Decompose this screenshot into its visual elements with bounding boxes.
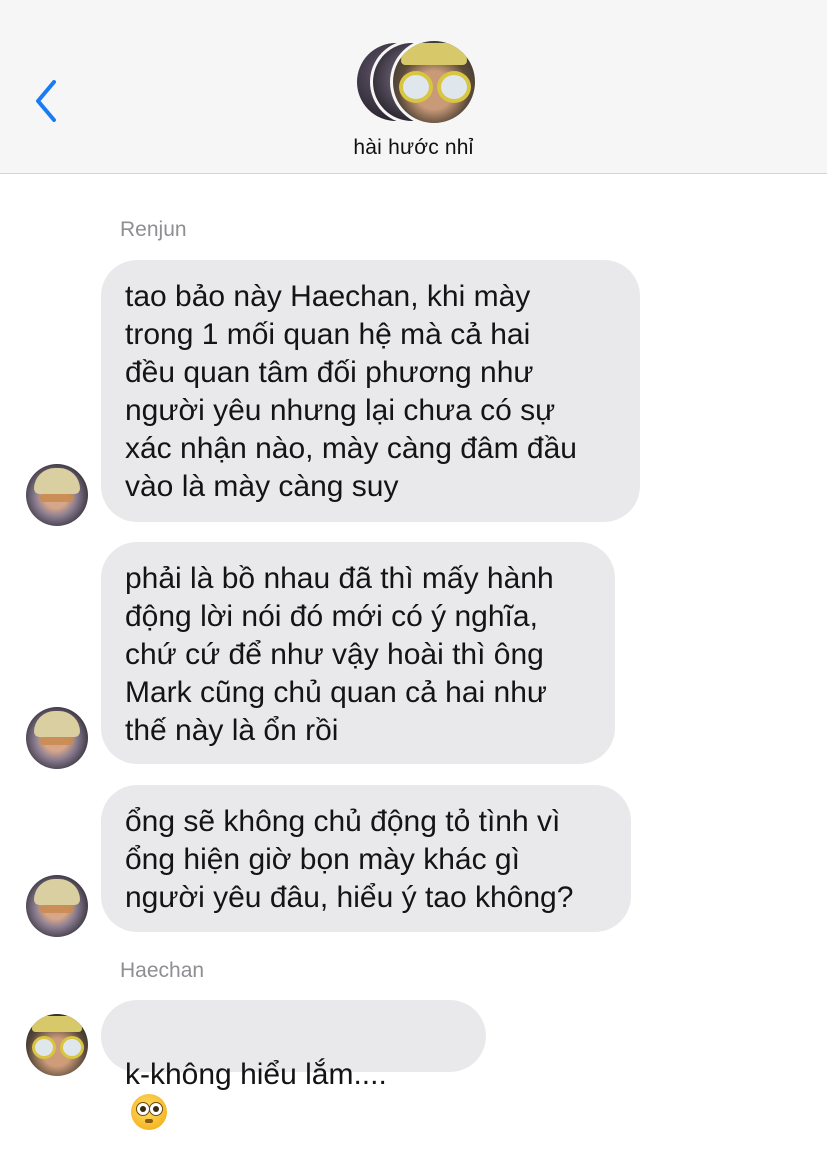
- member-avatar: [390, 38, 478, 126]
- message-text: k-không hiểu lắm....: [125, 1058, 387, 1091]
- conversation-header: hài hước nhỉ: [0, 0, 827, 174]
- chevron-left-icon: [36, 80, 56, 122]
- sender-name: Haechan: [120, 959, 205, 982]
- message-bubble[interactable]: ổng sẽ không chủ động tỏ tình vì ổng hiệ…: [101, 785, 631, 932]
- avatar[interactable]: [26, 707, 88, 769]
- message-bubble[interactable]: k-không hiểu lắm....: [101, 1000, 486, 1130]
- avatar[interactable]: [26, 1014, 88, 1076]
- avatar[interactable]: [26, 464, 88, 526]
- back-button[interactable]: [30, 78, 70, 124]
- sender-name: Renjun: [120, 218, 187, 241]
- message-bubble[interactable]: tao bảo này Haechan, khi mày trong 1 mối…: [101, 260, 640, 522]
- message-bubble[interactable]: phải là bồ nhau đã thì mấy hành động lời…: [101, 542, 615, 764]
- group-avatar[interactable]: [352, 38, 478, 126]
- conversation-title[interactable]: hài hước nhỉ: [0, 136, 827, 160]
- avatar[interactable]: [26, 875, 88, 937]
- flushed-face-emoji-icon: [131, 1094, 167, 1130]
